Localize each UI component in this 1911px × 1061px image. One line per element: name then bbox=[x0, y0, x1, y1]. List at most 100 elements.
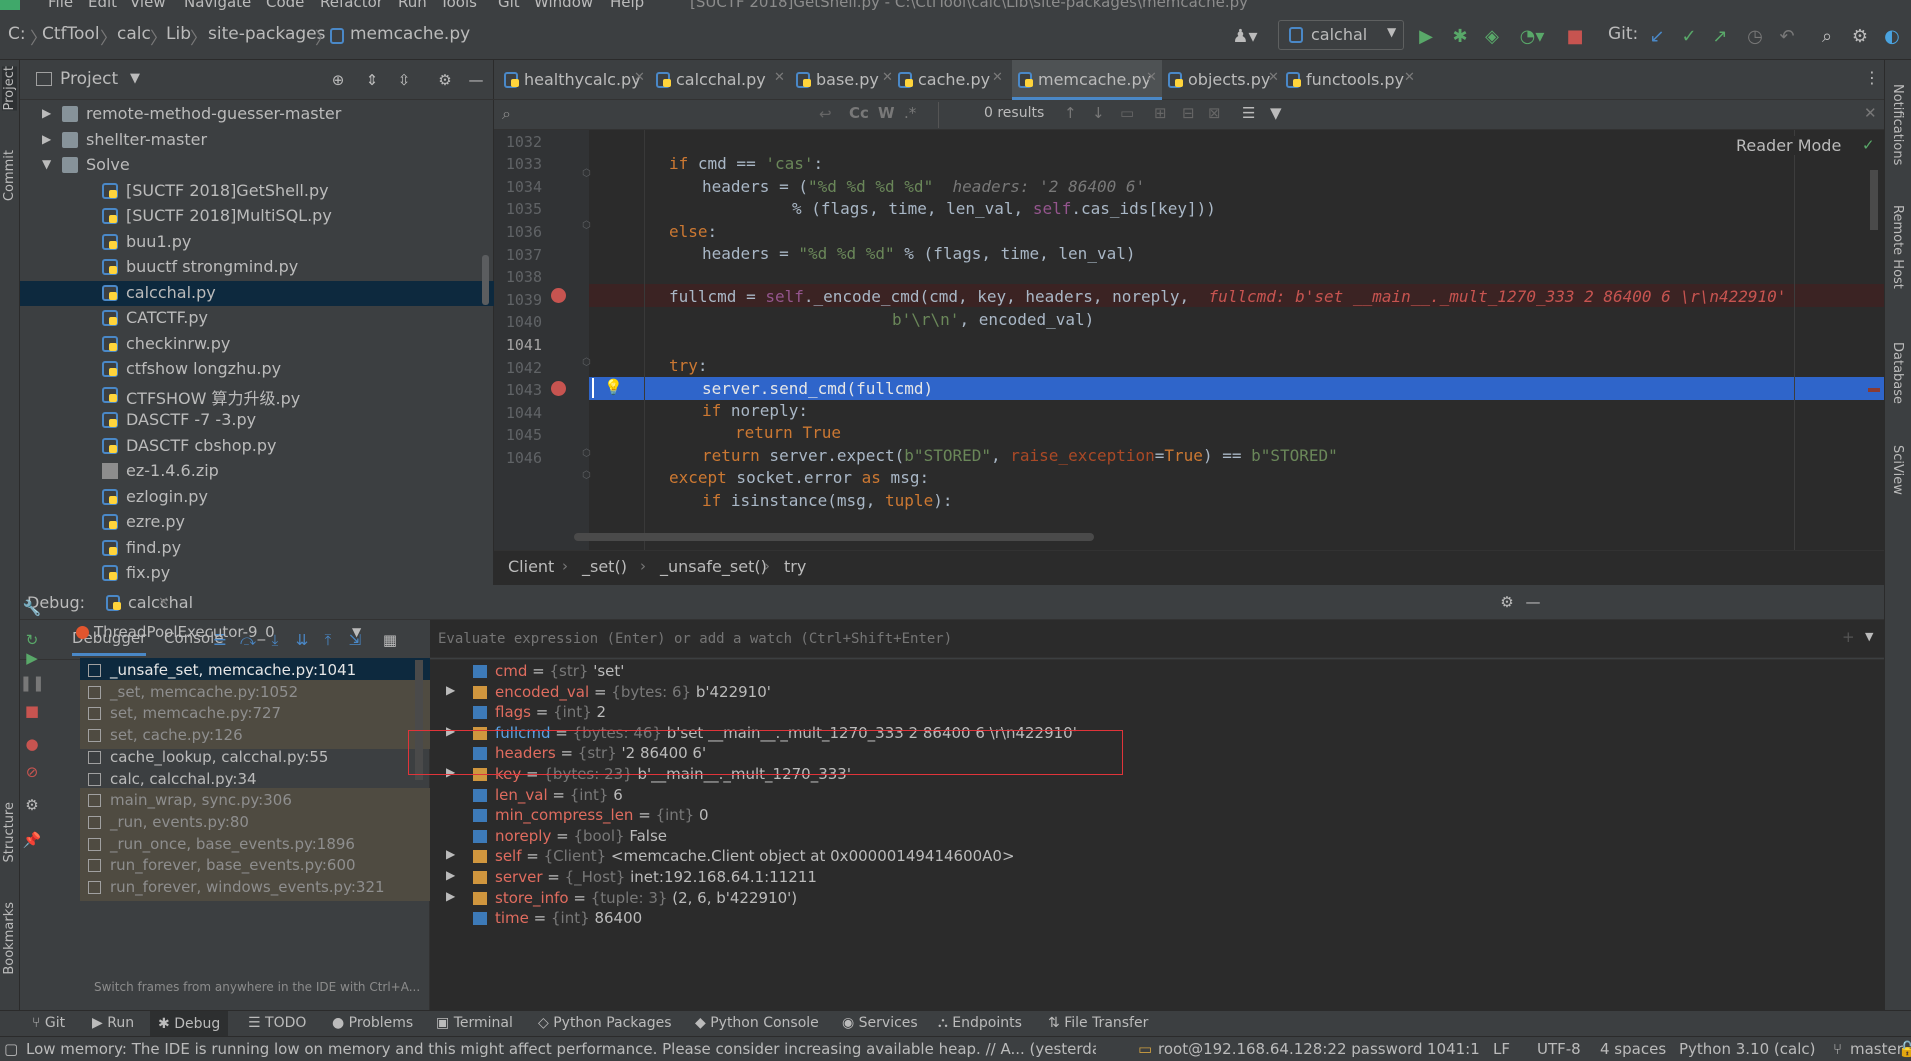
tree-item[interactable]: ezre.py bbox=[20, 510, 494, 535]
stack-frame[interactable]: run_forever, windows_events.py:321 bbox=[80, 875, 430, 901]
rerun-icon[interactable]: ↻ bbox=[22, 630, 42, 650]
chevron-right-icon[interactable]: ▶ bbox=[42, 132, 51, 146]
tree-item[interactable]: ctfshow longzhu.py bbox=[20, 357, 494, 382]
close-icon[interactable]: ✕ bbox=[1268, 70, 1279, 85]
tree-scrollbar[interactable] bbox=[482, 255, 489, 305]
toggle-selection-icon[interactable]: ⊠ bbox=[1208, 104, 1221, 122]
chevron-right-icon[interactable]: ▶ bbox=[446, 868, 455, 882]
close-icon[interactable]: ✕ bbox=[1404, 70, 1415, 85]
menu-window[interactable]: Window bbox=[534, 0, 593, 10]
chevron-right-icon[interactable]: ▶ bbox=[446, 683, 455, 697]
stop-icon[interactable]: ■ bbox=[22, 701, 42, 721]
tree-item[interactable]: CTFSHOW 算力升级.py bbox=[20, 383, 494, 408]
editor-vertical-scrollbar[interactable] bbox=[1870, 170, 1878, 230]
tree-item[interactable]: ▶ remote-method-guesser-master bbox=[20, 102, 494, 127]
menu-run[interactable]: Run bbox=[398, 0, 427, 10]
close-icon[interactable]: ✕ bbox=[882, 70, 893, 85]
options-gear-icon[interactable]: ⚙ bbox=[435, 70, 455, 90]
project-title[interactable]: Project bbox=[60, 69, 118, 89]
step-out-icon[interactable]: ⤒ bbox=[318, 630, 338, 650]
history-icon[interactable]: ◷ bbox=[1743, 24, 1767, 48]
sciview-tool-tab[interactable]: SciView bbox=[1890, 445, 1905, 495]
file-encoding[interactable]: UTF-8 bbox=[1537, 1040, 1581, 1058]
tree-item[interactable]: [SUCTF 2018]MultiSQL.py bbox=[20, 204, 494, 229]
breadcrumb-unsafe-set[interactable]: _unsafe_set() bbox=[660, 557, 767, 576]
breadcrumb-set[interactable]: _set() bbox=[582, 557, 627, 576]
tab-terminal-tool[interactable]: ▣ Terminal bbox=[436, 1015, 513, 1031]
tab-services-tool[interactable]: ◉ Services bbox=[842, 1015, 918, 1031]
hide-panel-icon[interactable]: — bbox=[1523, 592, 1543, 612]
tree-item[interactable]: ez-1.4.6.zip bbox=[20, 459, 494, 484]
tree-item[interactable]: checkinrw.py bbox=[20, 332, 494, 357]
chevron-right-icon[interactable]: ▶ bbox=[42, 106, 51, 120]
remote-host-tool-tab[interactable]: Remote Host bbox=[1890, 205, 1905, 289]
lightbulb-icon[interactable]: 💡 bbox=[604, 378, 623, 396]
menu-edit[interactable]: Edit bbox=[88, 0, 117, 10]
menu-help[interactable]: Help bbox=[610, 0, 644, 10]
fold-icon[interactable]: ⬡ bbox=[582, 357, 591, 368]
close-icon[interactable]: ✕ bbox=[158, 595, 169, 610]
reader-mode-button[interactable]: Reader Mode bbox=[1732, 136, 1846, 155]
tree-item[interactable]: buu1.py bbox=[20, 230, 494, 255]
fold-icon[interactable]: ⬡ bbox=[582, 470, 591, 481]
tab-functools[interactable]: functools.py ✕ bbox=[1286, 60, 1420, 100]
plugin-icon[interactable]: ◐ bbox=[1880, 24, 1904, 48]
lock-icon[interactable]: 🔓 bbox=[1898, 1040, 1911, 1058]
pause-icon[interactable]: ❚❚ bbox=[19, 673, 44, 693]
filter-search-icon[interactable]: ☰ bbox=[1242, 104, 1255, 122]
cursor-position[interactable]: 1041:1 bbox=[1427, 1040, 1480, 1058]
breakpoint-icon[interactable] bbox=[551, 288, 566, 303]
wrench-icon[interactable]: 🔧 bbox=[22, 598, 42, 618]
fold-icon[interactable]: ⬡ bbox=[582, 168, 591, 179]
tab-todo-tool[interactable]: ☰ TODO bbox=[248, 1015, 306, 1031]
status-message[interactable]: Low memory: The IDE is running low on me… bbox=[26, 1040, 1096, 1058]
coverage-icon[interactable]: ◈ bbox=[1480, 24, 1504, 48]
run-icon[interactable]: ▶ bbox=[1414, 24, 1438, 48]
variable-row[interactable]: time = {int} 86400 bbox=[430, 906, 1884, 931]
tab-healthycalc[interactable]: healthycalc.py ✕ bbox=[504, 60, 650, 100]
variables-scrollbar[interactable] bbox=[1888, 660, 1896, 990]
user-icon[interactable]: ♟▾ bbox=[1228, 24, 1262, 48]
tab-memcache[interactable]: memcache.py ✕ bbox=[1012, 60, 1162, 100]
search-icon[interactable]: ⌕ bbox=[1815, 24, 1839, 48]
menu-view[interactable]: View bbox=[130, 0, 166, 10]
tree-item[interactable]: CATCTF.py bbox=[20, 306, 494, 331]
remote-host-status[interactable]: root@192.168.64.128:22 password bbox=[1158, 1040, 1422, 1058]
tab-endpoints-tool[interactable]: ⛬ Endpoints bbox=[938, 1015, 1022, 1031]
breadcrumb-ctftool[interactable]: CtfTool bbox=[42, 24, 100, 44]
breadcrumb-lib[interactable]: Lib bbox=[166, 24, 191, 44]
tab-file-transfer-tool[interactable]: ⇅ File Transfer bbox=[1048, 1015, 1148, 1031]
tree-item[interactable]: fix.py bbox=[20, 561, 494, 585]
chevron-down-icon[interactable]: ▼ bbox=[352, 625, 361, 639]
chevron-right-icon[interactable]: ▶ bbox=[446, 889, 455, 903]
close-icon[interactable]: ✕ bbox=[992, 70, 1003, 85]
tree-item[interactable]: [SUCTF 2018]GetShell.py bbox=[20, 179, 494, 204]
line-separator[interactable]: LF bbox=[1493, 1040, 1510, 1058]
chevron-right-icon[interactable]: ▶ bbox=[446, 847, 455, 861]
tree-item[interactable]: find.py bbox=[20, 536, 494, 561]
menu-git[interactable]: Git bbox=[498, 0, 520, 10]
tab-cache[interactable]: cache.py ✕ bbox=[898, 60, 1008, 100]
settings-gear-icon[interactable]: ⚙ bbox=[1497, 592, 1517, 612]
tree-item[interactable]: calcchal.py bbox=[20, 280, 494, 306]
close-icon[interactable]: ✕ bbox=[1864, 104, 1877, 122]
breadcrumb-client[interactable]: Client bbox=[508, 557, 554, 576]
indent-setting[interactable]: 4 spaces bbox=[1600, 1040, 1666, 1058]
locate-icon[interactable]: ⊕ bbox=[328, 70, 348, 90]
funnel-filter-icon[interactable]: ▼ bbox=[1270, 104, 1282, 122]
whole-words-toggle[interactable]: W bbox=[878, 104, 895, 122]
breakpoint-icon[interactable] bbox=[551, 381, 566, 396]
select-all-occurrences-icon[interactable]: ▭ bbox=[1120, 104, 1134, 122]
database-tool-tab[interactable]: Database bbox=[1890, 342, 1905, 404]
add-selection-icon[interactable]: ⊞ bbox=[1154, 104, 1167, 122]
bookmarks-tool-tab[interactable]: Bookmarks bbox=[2, 902, 17, 975]
next-occurrence-icon[interactable]: ↓ bbox=[1092, 104, 1105, 122]
tab-python-console-tool[interactable]: ◆ Python Console bbox=[695, 1015, 819, 1031]
menu-navigate[interactable]: Navigate bbox=[184, 0, 251, 10]
tab-calcchal[interactable]: calcchal.py ✕ bbox=[656, 60, 790, 100]
editor-horizontal-scrollbar[interactable] bbox=[574, 533, 1094, 541]
close-icon[interactable]: ✕ bbox=[634, 70, 645, 85]
settings-gear-icon[interactable]: ⚙ bbox=[22, 795, 42, 815]
tree-item[interactable]: ▼ Solve bbox=[20, 153, 494, 178]
hide-panel-icon[interactable]: — bbox=[466, 70, 486, 90]
